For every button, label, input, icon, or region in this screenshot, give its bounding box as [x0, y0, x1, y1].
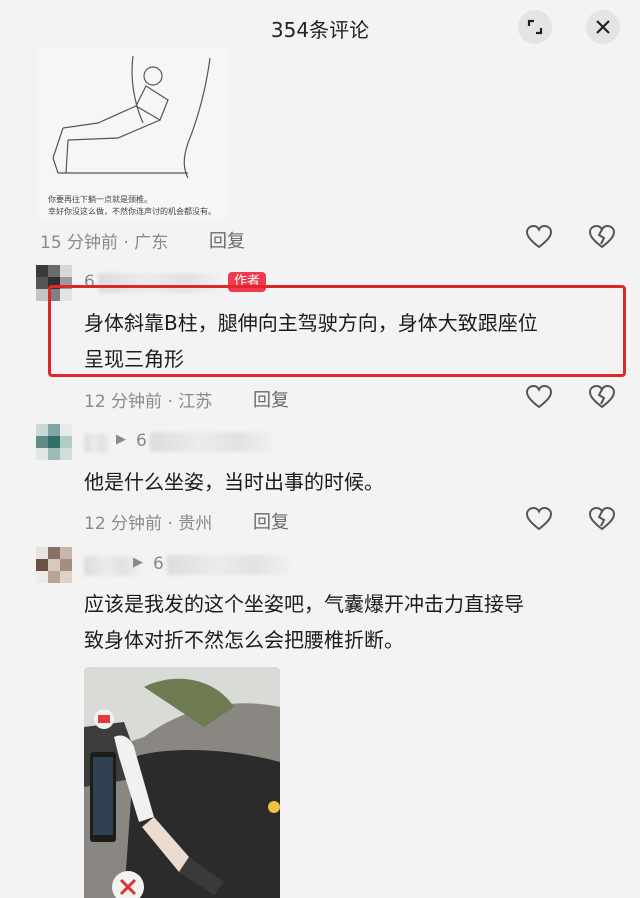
heart-icon: [526, 225, 552, 249]
heart-icon: [526, 385, 552, 409]
sketch-caption-line1: 你要再往下躺一点就是颈椎。: [48, 195, 152, 204]
sitting-posture-sketch[interactable]: 你要再往下躺一点就是颈椎。 幸好你没这么做，不然你连声讨的机会都没有。: [38, 48, 228, 220]
car-interior-photo: [84, 667, 280, 898]
comment-text: 应该是我发的这个坐姿吧，气囊爆开冲击力直接导 致身体对折不然怎么会把腰椎折断。: [84, 586, 624, 658]
reply-to-username-start: 6: [153, 554, 164, 574]
comment-photo[interactable]: [84, 667, 280, 898]
like-button[interactable]: [524, 222, 554, 252]
like-button[interactable]: [524, 382, 554, 412]
reply-to-username-blurred[interactable]: [167, 555, 291, 575]
like-button[interactable]: [524, 504, 554, 534]
close-button[interactable]: [586, 10, 620, 44]
heart-icon: [526, 507, 552, 531]
comment-time-location: 12 分钟前 · 江苏: [84, 392, 213, 412]
broken-heart-icon: [589, 225, 615, 249]
reply-to-username-blurred[interactable]: [150, 432, 274, 452]
expand-button[interactable]: [518, 10, 552, 44]
dislike-button[interactable]: [587, 382, 617, 412]
reply-button[interactable]: 回复: [253, 508, 289, 534]
username-blurred[interactable]: [84, 556, 140, 576]
comment-text: 他是什么坐姿，当时出事的时候。: [84, 470, 384, 494]
username-blurred[interactable]: [84, 433, 110, 453]
dislike-button[interactable]: [587, 504, 617, 534]
avatar[interactable]: [36, 424, 72, 460]
reply-arrow-icon: ▶: [133, 555, 143, 570]
reply-button[interactable]: 回复: [209, 227, 245, 253]
reply-to-username-start: 6: [136, 431, 147, 451]
comment-time-location: 12 分钟前 · 贵州: [84, 514, 213, 534]
close-icon: [596, 20, 610, 34]
avatar[interactable]: [36, 547, 72, 583]
broken-heart-icon: [589, 385, 615, 409]
comment-text-line1: 应该是我发的这个坐姿吧，气囊爆开冲击力直接导: [84, 592, 524, 616]
broken-heart-icon: [589, 507, 615, 531]
reply-button[interactable]: 回复: [253, 386, 289, 412]
comment-time-location: 15 分钟前 · 广东: [40, 233, 169, 253]
sketch-drawing: [52, 55, 211, 179]
reply-arrow-icon: ▶: [116, 432, 126, 447]
comment-text-line2: 致身体对折不然怎么会把腰椎折断。: [84, 628, 404, 652]
dislike-button[interactable]: [587, 222, 617, 252]
expand-icon: [527, 19, 543, 35]
highlight-box: [48, 285, 626, 377]
sketch-caption-line2: 幸好你没这么做，不然你连声讨的机会都没有。: [48, 207, 216, 216]
